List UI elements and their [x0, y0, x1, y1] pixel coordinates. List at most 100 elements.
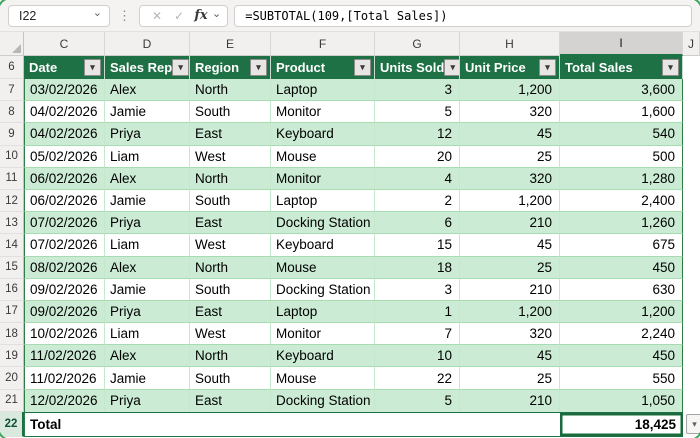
cell-F22[interactable]: [271, 411, 375, 437]
filter-button-I[interactable]: ▾: [662, 59, 679, 76]
cell-H9[interactable]: 45: [460, 123, 560, 146]
cell-I13[interactable]: 1,260: [560, 212, 683, 235]
cell-F9[interactable]: Keyboard: [271, 123, 375, 146]
cell-J21[interactable]: [683, 389, 700, 412]
cell-E13[interactable]: East: [190, 212, 271, 235]
cell-E14[interactable]: West: [190, 234, 271, 257]
cell-E16[interactable]: South: [190, 278, 271, 301]
cell-D20[interactable]: Jamie: [105, 367, 190, 390]
cell-J8[interactable]: [683, 101, 700, 124]
column-header-E[interactable]: E: [190, 32, 271, 56]
total-row-function-dropdown[interactable]: ▾: [686, 414, 700, 435]
cell-F20[interactable]: Mouse: [271, 367, 375, 390]
cell-J18[interactable]: [683, 323, 700, 346]
cell-F13[interactable]: Docking Station: [271, 212, 375, 235]
cell-I14[interactable]: 675: [560, 234, 683, 257]
cell-J12[interactable]: [683, 189, 700, 213]
cell-C8[interactable]: 04/02/2026: [24, 101, 105, 124]
cell-I21[interactable]: 1,050: [560, 389, 683, 412]
cell-H20[interactable]: 25: [460, 367, 560, 390]
cell-G18[interactable]: 7: [375, 323, 460, 346]
cell-E10[interactable]: West: [190, 145, 271, 168]
cell-J7[interactable]: [683, 79, 700, 102]
cell-F17[interactable]: Laptop: [271, 300, 375, 324]
cell-H15[interactable]: 25: [460, 256, 560, 279]
cell-H13[interactable]: 210: [460, 212, 560, 235]
cell-C18[interactable]: 10/02/2026: [24, 323, 105, 346]
row-header-11[interactable]: 11: [0, 167, 24, 190]
cell-D10[interactable]: Liam: [105, 145, 190, 168]
cell-C20[interactable]: 11/02/2026: [24, 367, 105, 390]
cell-I9[interactable]: 540: [560, 123, 683, 146]
cell-H21[interactable]: 210: [460, 389, 560, 412]
cell-I10[interactable]: 500: [560, 145, 683, 168]
cell-E19[interactable]: North: [190, 345, 271, 368]
cell-D8[interactable]: Jamie: [105, 101, 190, 124]
cell-H16[interactable]: 210: [460, 278, 560, 301]
cell-C15[interactable]: 08/02/2026: [24, 256, 105, 279]
cell-E22[interactable]: [190, 411, 271, 437]
filter-button-C[interactable]: ▾: [84, 59, 101, 76]
cell-I8[interactable]: 1,600: [560, 101, 683, 124]
cell-G12[interactable]: 2: [375, 189, 460, 213]
select-all-corner[interactable]: [0, 32, 24, 56]
cell-I11[interactable]: 1,280: [560, 167, 683, 190]
filter-button-G[interactable]: ▾: [444, 59, 459, 76]
cell-G10[interactable]: 20: [375, 145, 460, 168]
cell-F18[interactable]: Monitor: [271, 323, 375, 346]
cell-G15[interactable]: 18: [375, 256, 460, 279]
row-header-14[interactable]: 14: [0, 234, 24, 257]
table-header-D6[interactable]: Sales Rep ▾: [105, 56, 190, 79]
cell-H18[interactable]: 320: [460, 323, 560, 346]
chevron-down-icon[interactable]: ⌄: [212, 9, 221, 20]
cell-F16[interactable]: Docking Station: [271, 278, 375, 301]
column-header-J[interactable]: J: [683, 32, 700, 56]
cell-G7[interactable]: 3: [375, 79, 460, 102]
cell-J17[interactable]: [683, 300, 700, 324]
cell-D21[interactable]: Priya: [105, 389, 190, 412]
cell-J14[interactable]: [683, 234, 700, 257]
cell-C10[interactable]: 05/02/2026: [24, 145, 105, 168]
filter-button-F[interactable]: ▾: [354, 59, 371, 76]
cell-F19[interactable]: Keyboard: [271, 345, 375, 368]
column-header-F[interactable]: F: [271, 32, 375, 56]
row-header-18[interactable]: 18: [0, 323, 24, 346]
cell-G19[interactable]: 10: [375, 345, 460, 368]
cell-C11[interactable]: 06/02/2026: [24, 167, 105, 190]
column-header-H[interactable]: H: [460, 32, 560, 56]
cell-F11[interactable]: Monitor: [271, 167, 375, 190]
column-header-D[interactable]: D: [105, 32, 190, 56]
cell-C19[interactable]: 11/02/2026: [24, 345, 105, 368]
row-header-6[interactable]: 6: [0, 56, 24, 79]
table-header-C6[interactable]: Date ▾: [24, 56, 105, 79]
cell-C22-total-label[interactable]: Total: [24, 411, 105, 437]
row-header-9[interactable]: 9: [0, 123, 24, 146]
cell-C17[interactable]: 09/02/2026: [24, 300, 105, 324]
table-header-F6[interactable]: Product ▾: [271, 56, 375, 79]
cell-F15[interactable]: Mouse: [271, 256, 375, 279]
cell-G9[interactable]: 12: [375, 123, 460, 146]
column-header-G[interactable]: G: [375, 32, 460, 56]
cell-H19[interactable]: 45: [460, 345, 560, 368]
cell-E15[interactable]: North: [190, 256, 271, 279]
cell-J10[interactable]: [683, 145, 700, 168]
cell-D16[interactable]: Jamie: [105, 278, 190, 301]
cell-I20[interactable]: 550: [560, 367, 683, 390]
cell-D19[interactable]: Alex: [105, 345, 190, 368]
cell-E21[interactable]: East: [190, 389, 271, 412]
cell-J6[interactable]: [683, 56, 700, 79]
column-header-I[interactable]: I: [560, 32, 683, 56]
cell-J22[interactable]: ▾: [683, 411, 700, 437]
chevron-down-icon[interactable]: ⌄: [93, 8, 102, 19]
cell-F10[interactable]: Mouse: [271, 145, 375, 168]
cell-H10[interactable]: 25: [460, 145, 560, 168]
cell-C16[interactable]: 09/02/2026: [24, 278, 105, 301]
cell-I16[interactable]: 630: [560, 278, 683, 301]
cell-H17[interactable]: 1,200: [460, 300, 560, 324]
cell-D7[interactable]: Alex: [105, 79, 190, 102]
cancel-icon[interactable]: ✕: [146, 6, 168, 26]
cell-F8[interactable]: Monitor: [271, 101, 375, 124]
cell-H14[interactable]: 45: [460, 234, 560, 257]
cell-E9[interactable]: East: [190, 123, 271, 146]
cell-G14[interactable]: 15: [375, 234, 460, 257]
